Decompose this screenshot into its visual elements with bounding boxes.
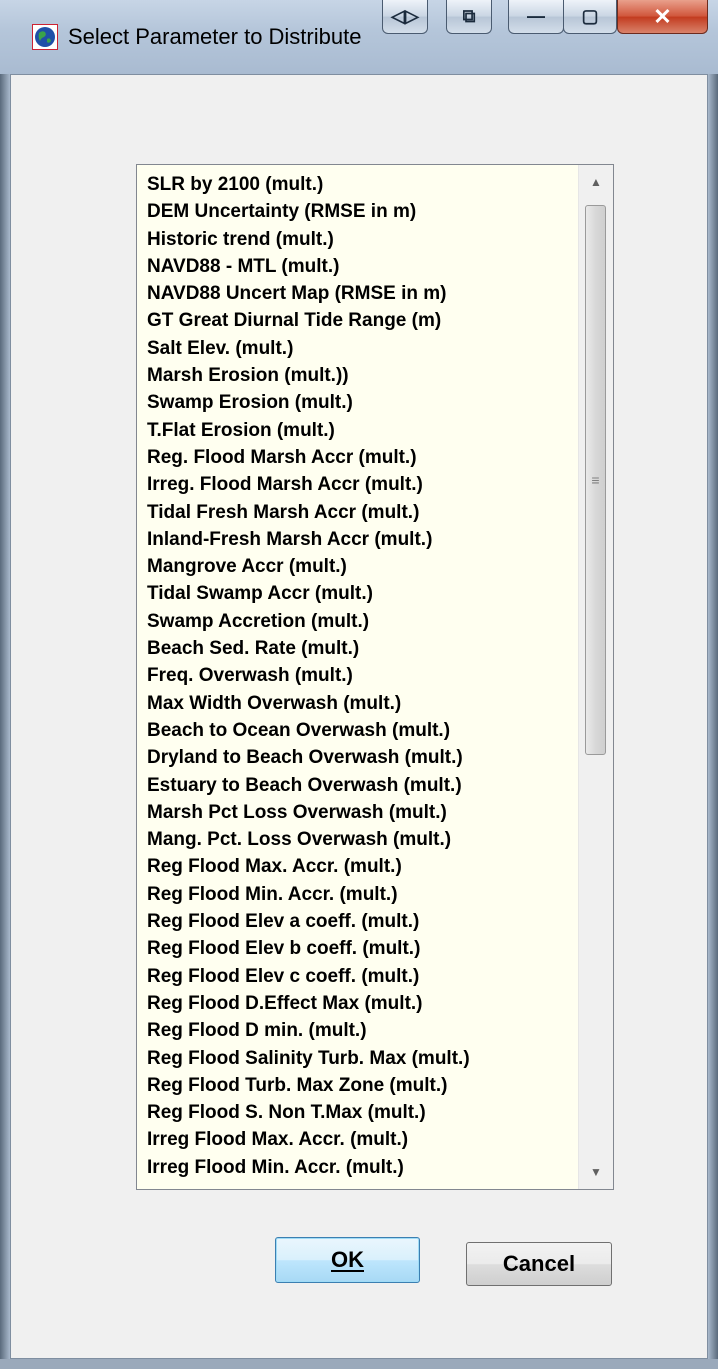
list-item[interactable]: GT Great Diurnal Tide Range (m)	[137, 307, 577, 334]
close-icon[interactable]: ✕	[617, 0, 708, 34]
parameter-list: SLR by 2100 (mult.) DEM Uncertainty (RMSE…	[137, 165, 577, 1181]
globe-icon[interactable]	[32, 24, 58, 50]
restore-arrows-icon[interactable]: ◁▷	[382, 0, 428, 34]
list-item[interactable]: Marsh Erosion (mult.))	[137, 362, 577, 389]
vertical-scrollbar[interactable]: ▲ ≡ ▼	[578, 165, 613, 1189]
list-item[interactable]: Beach Sed. Rate (mult.)	[137, 635, 577, 662]
list-item[interactable]: Freq. Overwash (mult.)	[137, 662, 577, 689]
list-item[interactable]: Irreg Flood Min. Accr. (mult.)	[137, 1154, 577, 1181]
list-item[interactable]: Beach to Ocean Overwash (mult.)	[137, 717, 577, 744]
list-item[interactable]: Max Width Overwash (mult.)	[137, 690, 577, 717]
list-item[interactable]: Irreg. Flood Marsh Accr (mult.)	[137, 471, 577, 498]
list-item[interactable]: Irreg Flood Max. Accr. (mult.)	[137, 1126, 577, 1153]
list-item[interactable]: Reg Flood S. Non T.Max (mult.)	[137, 1099, 577, 1126]
list-item[interactable]: SLR by 2100 (mult.)	[137, 171, 577, 198]
window-frame-right	[708, 74, 718, 1369]
list-item[interactable]: Reg Flood D min. (mult.)	[137, 1017, 577, 1044]
list-item[interactable]: NAVD88 - MTL (mult.)	[137, 253, 577, 280]
copy-icon[interactable]: ⧉	[446, 0, 492, 34]
minimize-icon[interactable]: —	[508, 0, 564, 34]
window-frame-bottom	[0, 1359, 718, 1369]
list-item[interactable]: Historic trend (mult.)	[137, 226, 577, 253]
scroll-thumb[interactable]: ≡	[585, 205, 606, 755]
list-item[interactable]: Inland-Fresh Marsh Accr (mult.)	[137, 526, 577, 553]
window-title: Select Parameter to Distribute	[68, 24, 362, 49]
list-item[interactable]: Reg Flood Elev a coeff. (mult.)	[137, 908, 577, 935]
scroll-up-arrow-icon[interactable]: ▲	[579, 165, 613, 199]
list-item[interactable]: Reg Flood Min. Accr. (mult.)	[137, 881, 577, 908]
list-item[interactable]: Mangrove Accr (mult.)	[137, 553, 577, 580]
list-item[interactable]: Reg Flood Max. Accr. (mult.)	[137, 853, 577, 880]
window-frame-left	[0, 74, 10, 1369]
maximize-icon[interactable]: ▢	[563, 0, 617, 34]
list-item[interactable]: Estuary to Beach Overwash (mult.)	[137, 772, 577, 799]
list-item[interactable]: Tidal Swamp Accr (mult.)	[137, 580, 577, 607]
list-item[interactable]: Dryland to Beach Overwash (mult.)	[137, 744, 577, 771]
list-item[interactable]: Reg Flood Turb. Max Zone (mult.)	[137, 1072, 577, 1099]
parameter-listbox[interactable]: SLR by 2100 (mult.) DEM Uncertainty (RMSE…	[136, 164, 614, 1190]
ok-button[interactable]: OK	[275, 1237, 420, 1283]
list-item[interactable]: Mang. Pct. Loss Overwash (mult.)	[137, 826, 577, 853]
grip-icon: ≡	[591, 472, 600, 488]
list-item[interactable]: Reg Flood Elev b coeff. (mult.)	[137, 935, 577, 962]
list-item[interactable]: T.Flat Erosion (mult.)	[137, 417, 577, 444]
list-item[interactable]: DEM Uncertainty (RMSE in m)	[137, 198, 577, 225]
title-bar[interactable]: Select Parameter to Distribute ◁▷ ⧉ — ▢ …	[0, 0, 718, 74]
scroll-down-arrow-icon[interactable]: ▼	[579, 1155, 613, 1189]
list-item[interactable]: Swamp Erosion (mult.)	[137, 389, 577, 416]
list-item[interactable]: NAVD88 Uncert Map (RMSE in m)	[137, 280, 577, 307]
list-item[interactable]: Reg Flood D.Effect Max (mult.)	[137, 990, 577, 1017]
dialog-window: Select Parameter to Distribute ◁▷ ⧉ — ▢ …	[0, 0, 718, 1369]
ok-button-label: OK	[331, 1247, 364, 1272]
list-item[interactable]: Reg Flood Elev c coeff. (mult.)	[137, 963, 577, 990]
list-item[interactable]: Marsh Pct Loss Overwash (mult.)	[137, 799, 577, 826]
list-item[interactable]: Reg Flood Salinity Turb. Max (mult.)	[137, 1045, 577, 1072]
cancel-button[interactable]: Cancel	[466, 1242, 612, 1286]
list-item[interactable]: Salt Elev. (mult.)	[137, 335, 577, 362]
list-item[interactable]: Reg. Flood Marsh Accr (mult.)	[137, 444, 577, 471]
list-item[interactable]: Swamp Accretion (mult.)	[137, 608, 577, 635]
list-item[interactable]: Tidal Fresh Marsh Accr (mult.)	[137, 499, 577, 526]
